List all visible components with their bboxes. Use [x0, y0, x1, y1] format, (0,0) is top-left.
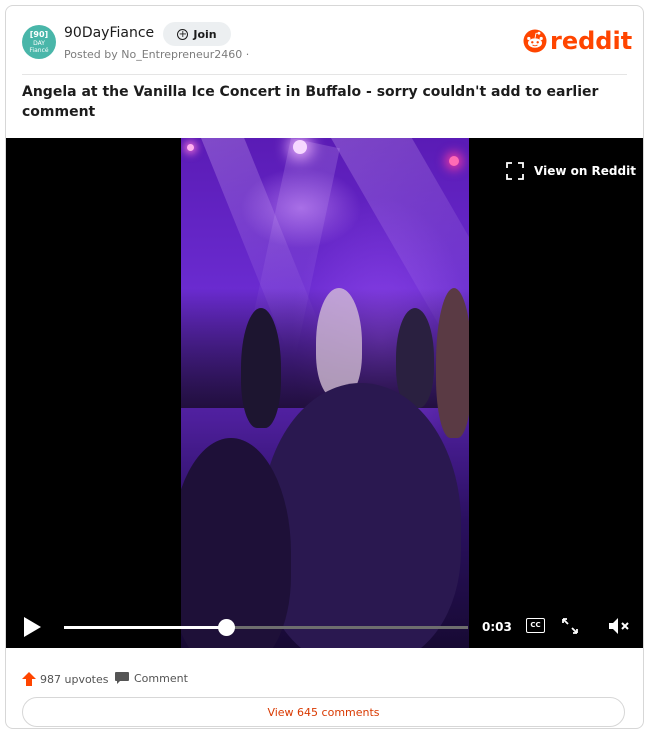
progress-track[interactable]: [64, 619, 468, 636]
snoo-icon: [523, 29, 547, 53]
stage-light: [449, 156, 459, 166]
progress-handle[interactable]: [217, 619, 235, 636]
person-silhouette: [316, 288, 362, 398]
post-title[interactable]: Angela at the Vanilla Ice Concert in Buf…: [22, 82, 627, 122]
embedded-post-card: [90] DAY Fiancé 90DayFiance + Join Poste…: [5, 5, 644, 729]
post-header: [90] DAY Fiancé 90DayFiance + Join Poste…: [6, 6, 643, 74]
comment-button[interactable]: Comment: [115, 672, 188, 685]
avatar-text-1: [90]: [29, 30, 49, 39]
mute-icon[interactable]: [608, 616, 630, 636]
time-display: 0:03: [482, 620, 512, 634]
comment-bubble-icon: [115, 672, 129, 684]
fullscreen-icon: [506, 162, 524, 180]
upvote-arrow-icon: [22, 672, 36, 686]
join-label: Join: [193, 27, 217, 41]
reddit-wordmark: reddit: [550, 27, 633, 55]
avatar-text-3: Fiancé: [29, 47, 49, 54]
play-icon[interactable]: [22, 616, 42, 638]
progress-fill: [64, 626, 226, 629]
view-comments-button[interactable]: View 645 comments: [22, 697, 625, 727]
view-on-reddit-label: View on Reddit: [534, 164, 636, 178]
stage-light: [293, 140, 307, 154]
subreddit-avatar[interactable]: [90] DAY Fiancé: [22, 25, 56, 59]
subreddit-name[interactable]: 90DayFiance: [64, 25, 154, 41]
video-player[interactable]: View on Reddit 0:03 CC: [6, 138, 643, 648]
video-frame[interactable]: [181, 138, 469, 648]
stage-light: [187, 144, 194, 151]
reddit-logo[interactable]: reddit: [523, 29, 632, 53]
plus-icon: +: [177, 28, 189, 40]
comment-label: Comment: [134, 672, 188, 685]
header-divider: [22, 74, 627, 75]
posted-by[interactable]: Posted by No_Entrepreneur2460 ·: [64, 48, 249, 61]
upvote-count: 987 upvotes: [40, 672, 109, 686]
person-silhouette: [396, 308, 434, 408]
video-controls: 0:03 CC: [6, 608, 643, 648]
expand-icon[interactable]: [561, 617, 579, 635]
captions-button[interactable]: CC: [526, 618, 545, 633]
person-silhouette: [436, 288, 469, 438]
person-silhouette: [241, 308, 281, 428]
join-button[interactable]: + Join: [163, 22, 231, 46]
avatar-text-2: DAY: [33, 40, 45, 47]
view-on-reddit-button[interactable]: View on Reddit: [506, 162, 636, 180]
upvote-button[interactable]: 987 upvotes: [22, 672, 109, 686]
